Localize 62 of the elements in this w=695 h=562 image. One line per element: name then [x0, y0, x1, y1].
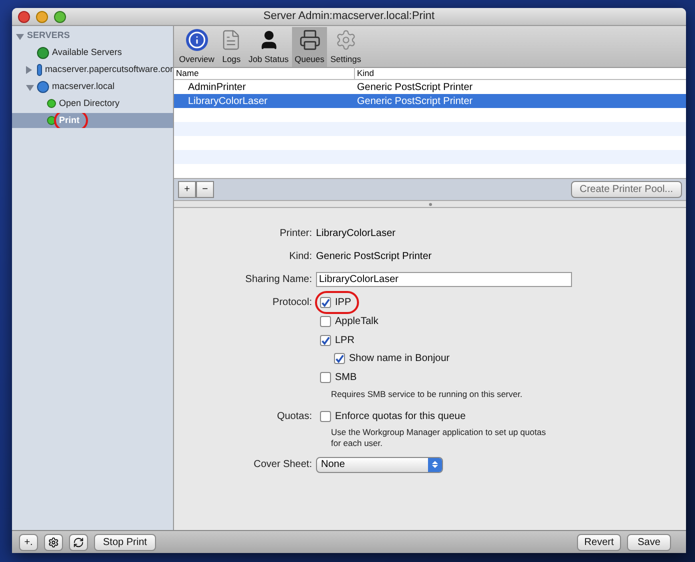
- sidebar-item[interactable]: macserver.local: [12, 79, 173, 94]
- checkbox-label: SMB: [335, 371, 357, 385]
- toolbar-tab[interactable]: Overview: [176, 27, 218, 67]
- checkbox-label: Show name in Bonjour: [349, 352, 450, 366]
- stepper-icon: [428, 458, 442, 472]
- sidebar-item[interactable]: Available Servers: [12, 45, 173, 60]
- save-button[interactable]: Save: [627, 534, 671, 550]
- add-button[interactable]: +: [178, 181, 196, 198]
- zoom-button[interactable]: [54, 10, 66, 22]
- sharing-name-field[interactable]: LibraryColorLaser: [316, 272, 572, 287]
- disclosure-triangle-icon[interactable]: [16, 34, 24, 40]
- stop-print-button[interactable]: Stop Print: [94, 534, 156, 550]
- toolbar-tab[interactable]: Settings: [327, 27, 364, 67]
- checkbox-label: IPP: [335, 296, 352, 310]
- help-text: Use the Workgroup Manager application to set up quotas for each user.: [330, 426, 547, 449]
- kind-value: Generic PostScript Printer: [316, 250, 432, 264]
- cover-sheet-dropdown[interactable]: None: [316, 456, 443, 473]
- status-light-icon: [47, 99, 56, 108]
- add-server-button[interactable]: +.: [19, 534, 38, 550]
- field-label: Kind:: [288, 250, 312, 264]
- field-label: Cover Sheet:: [252, 458, 312, 472]
- window-title: Server Admin:macserver.local:Print: [262, 9, 436, 24]
- table-row[interactable]: LibraryColorLaser Generic PostScript Printer: [174, 94, 686, 108]
- toolbar-tab[interactable]: Logs: [217, 27, 246, 67]
- checkbox[interactable]: [320, 335, 331, 346]
- field-label: Quotas:: [276, 410, 312, 424]
- table-cell-text: Generic PostScript Printer: [356, 80, 474, 94]
- minimize-button[interactable]: [36, 10, 48, 22]
- settings-icon: [334, 29, 357, 52]
- checkbox-label: Enforce quotas for this queue: [335, 410, 466, 424]
- printer-value: LibraryColorLaser: [316, 227, 396, 241]
- field-label: Printer:: [278, 227, 312, 241]
- table-row[interactable]: AdminPrinter Generic PostScript Printer: [174, 80, 686, 94]
- checkbox[interactable]: [320, 372, 331, 383]
- refresh-button[interactable]: [69, 534, 88, 550]
- checkbox[interactable]: [334, 353, 345, 364]
- field-label: Protocol:: [272, 296, 312, 310]
- checkbox[interactable]: [320, 297, 331, 308]
- remove-button[interactable]: −: [196, 181, 214, 198]
- checkbox-label: AppleTalk: [335, 315, 378, 329]
- column-header[interactable]: Kind: [355, 67, 686, 80]
- toolbar-tab[interactable]: Job Status: [245, 27, 292, 67]
- help-text: Requires SMB service to be running on this server.: [330, 388, 522, 401]
- checkbox-label: LPR: [335, 334, 354, 348]
- checkbox[interactable]: [320, 410, 331, 422]
- action-button[interactable]: [44, 534, 63, 550]
- sidebar-item[interactable]: macserver.papercutsoftware.cor: [12, 62, 173, 77]
- close-button[interactable]: [18, 10, 30, 22]
- splitter-handle[interactable]: [428, 202, 432, 206]
- toolbar-tab[interactable]: Queues: [292, 27, 328, 67]
- table-cell-text: Generic PostScript Printer: [356, 94, 474, 108]
- table-cell-text: LibraryColorLaser: [187, 94, 268, 108]
- printer-icon: [298, 29, 320, 52]
- info-icon: [186, 29, 208, 52]
- checkbox[interactable]: [320, 316, 331, 327]
- revert-button[interactable]: Revert: [577, 534, 621, 550]
- gear-icon: [48, 536, 59, 548]
- create-pool-button[interactable]: Create Printer Pool...: [570, 181, 682, 198]
- table-cell-text: AdminPrinter: [187, 80, 247, 94]
- sidebar-item[interactable]: Open Directory: [12, 96, 173, 111]
- refresh-icon: [73, 536, 84, 548]
- field-label: Sharing Name:: [244, 273, 312, 287]
